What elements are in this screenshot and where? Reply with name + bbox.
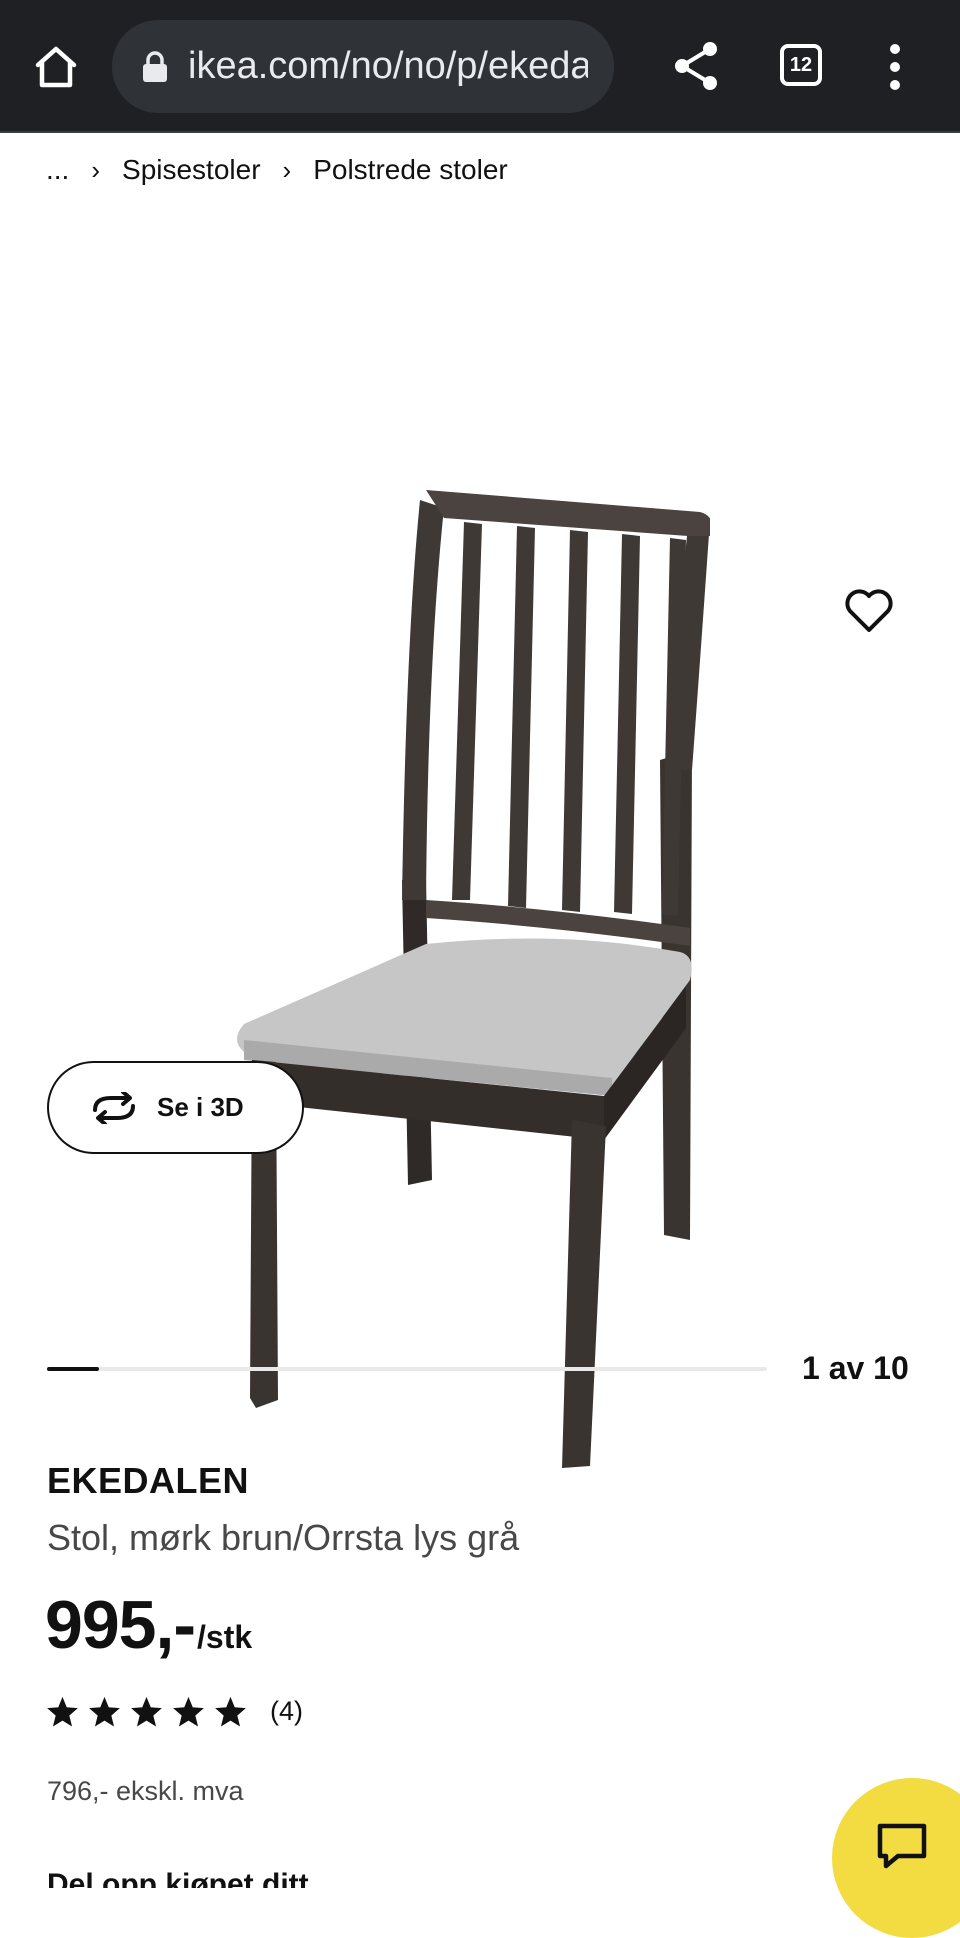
star-icon [89,1696,120,1726]
product-rating[interactable]: (4) [47,1696,303,1727]
tab-count: 12 [789,53,813,76]
price-unit: /stk [197,1619,253,1655]
breadcrumb-item-spisestoler[interactable]: Spisestoler [122,154,261,186]
rating-stars [47,1696,257,1727]
more-vert-icon [890,44,900,54]
chevron-right-icon: › [282,154,292,185]
chat-button[interactable] [832,1778,960,1938]
see-in-3d-label: Se i 3D [157,1092,244,1122]
star-icon [131,1696,162,1726]
product-name: EKEDALEN [47,1460,250,1501]
star-icon [215,1696,246,1726]
address-bar[interactable]: ikea.com/no/no/p/ekedalen [112,20,614,113]
lock-icon [142,50,168,83]
favourite-button[interactable] [842,584,896,638]
gallery-progress-fill [47,1367,99,1371]
url-text: ikea.com/no/no/p/ekedalen [188,45,588,87]
product-image [237,490,710,1468]
gallery-counter: 1 av 10 [802,1350,909,1386]
gallery-progress-bar [47,1367,767,1371]
heart-icon [845,589,893,632]
star-icon [173,1696,204,1726]
see-in-3d-button[interactable]: Se i 3D [47,1061,304,1154]
rotate-3d-icon [93,1091,135,1124]
chevron-right-icon: › [91,154,101,185]
breadcrumb-ellipsis[interactable]: ... [46,154,69,186]
share-icon [675,42,717,90]
product-price: 995,- /stk [45,1586,252,1664]
share-button[interactable] [672,40,720,92]
price-ex-vat: 796,- ekskl. mva [47,1776,244,1806]
review-count: (4) [270,1696,303,1726]
breadcrumb-item-polstrede-stoler[interactable]: Polstrede stoler [313,154,508,186]
star-icon [47,1696,78,1726]
browser-toolbar: ikea.com/no/no/p/ekedalen 12 [0,0,960,133]
product-description: Stol, mørk brun/Orrsta lys grå [47,1517,520,1558]
next-section-heading: Del opp kjøpet ditt [47,1872,347,1888]
price-value: 995,- [45,1587,196,1663]
home-icon [35,46,77,88]
home-button[interactable] [28,36,84,98]
chat-icon [877,1823,927,1869]
more-menu-button[interactable] [884,44,906,90]
tabs-button[interactable]: 12 [780,44,822,86]
breadcrumb: ... › Spisestoler › Polstrede stoler [46,154,508,186]
